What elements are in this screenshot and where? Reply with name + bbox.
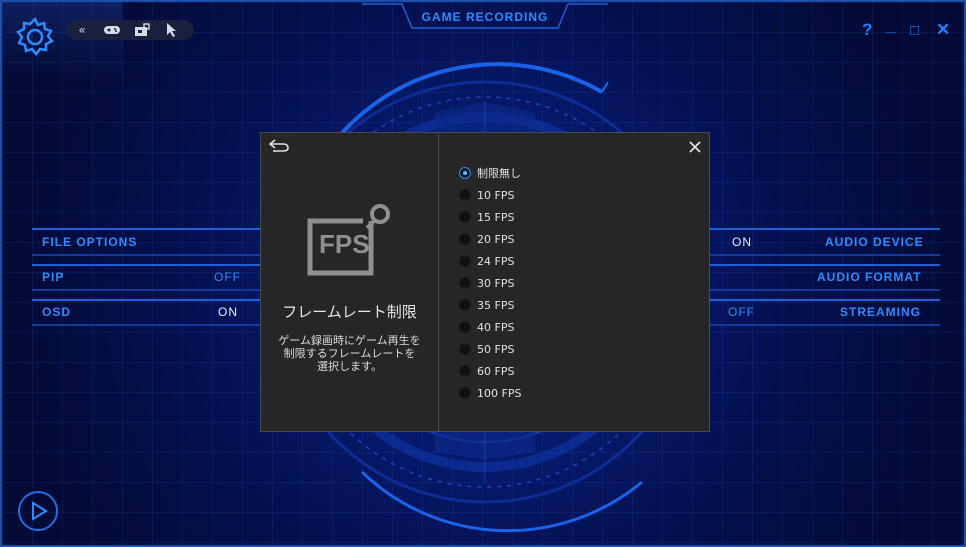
camera-lock-icon[interactable] — [132, 22, 152, 38]
radio[interactable] — [459, 233, 471, 245]
streaming-value[interactable]: OFF — [728, 305, 755, 319]
gamepad-icon[interactable] — [102, 22, 122, 38]
fps-limit-dialog: FPS フレームレート制限 ゲーム録画時にゲーム再生を 制限するフレームレートを… — [260, 132, 710, 432]
option-label: 30 FPS — [477, 276, 515, 290]
osd-value[interactable]: ON — [218, 305, 238, 319]
radio-selected[interactable] — [459, 167, 471, 179]
gear-icon[interactable] — [14, 16, 56, 58]
close-icon[interactable] — [687, 139, 703, 155]
radio[interactable] — [459, 277, 471, 289]
fps-option-20[interactable]: 20 FPS — [459, 230, 514, 248]
option-label: 50 FPS — [477, 342, 515, 356]
dialog-divider — [438, 133, 439, 431]
radio[interactable] — [459, 299, 471, 311]
option-label: 制限無し — [477, 167, 521, 180]
dialog-description: ゲーム録画時にゲーム再生を 制限するフレームレートを 選択します。 — [271, 334, 428, 373]
description-line: 制限するフレームレートを — [283, 347, 416, 360]
option-label: 24 FPS — [477, 254, 515, 268]
divider — [32, 289, 262, 291]
fps-option-unlimited[interactable]: 制限無し — [459, 164, 521, 182]
option-label: 20 FPS — [477, 232, 515, 246]
fps-option-30[interactable]: 30 FPS — [459, 274, 514, 292]
description-line: 選択します。 — [317, 360, 382, 373]
fps-option-10[interactable]: 10 FPS — [459, 186, 514, 204]
fps-icon-text: FPS — [319, 229, 370, 259]
divider — [710, 324, 940, 326]
fps-option-40[interactable]: 40 FPS — [459, 318, 514, 336]
radio[interactable] — [459, 387, 471, 399]
divider — [32, 299, 262, 301]
option-label: 40 FPS — [477, 320, 515, 334]
radio[interactable] — [459, 321, 471, 333]
fps-option-15[interactable]: 15 FPS — [459, 208, 514, 226]
fps-option-50[interactable]: 50 FPS — [459, 340, 514, 358]
option-label: 100 FPS — [477, 386, 522, 400]
audio-device-button[interactable]: AUDIO DEVICE — [825, 235, 924, 249]
app-window: GAME RECORDING « ? _ □ ✕ FILE OPTIONS PI… — [0, 0, 966, 547]
fps-option-35[interactable]: 35 FPS — [459, 296, 514, 314]
cursor-icon[interactable] — [162, 22, 182, 38]
close-app-button[interactable]: ✕ — [936, 20, 950, 40]
back-arrow-icon[interactable] — [267, 137, 291, 155]
divider — [710, 289, 940, 291]
file-options-button[interactable]: FILE OPTIONS — [42, 235, 137, 249]
option-label: 10 FPS — [477, 188, 515, 202]
divider — [710, 264, 940, 266]
radio[interactable] — [459, 255, 471, 267]
divider — [710, 228, 940, 230]
toolbar: « — [66, 20, 194, 40]
minimize-button[interactable]: _ — [886, 16, 895, 36]
fps-icon: FPS — [307, 203, 393, 279]
option-label: 35 FPS — [477, 298, 515, 312]
play-icon — [32, 501, 48, 521]
page-title: GAME RECORDING — [421, 10, 549, 24]
pip-value[interactable]: OFF — [214, 270, 241, 284]
fps-option-100[interactable]: 100 FPS — [459, 384, 521, 402]
double-chevron-left-icon[interactable]: « — [72, 22, 92, 38]
divider — [32, 228, 262, 230]
play-button[interactable] — [18, 491, 58, 531]
divider — [32, 264, 262, 266]
audio-format-button[interactable]: AUDIO FORMAT — [817, 270, 921, 284]
maximize-button[interactable]: □ — [910, 22, 919, 39]
fps-option-24[interactable]: 24 FPS — [459, 252, 514, 270]
fps-option-60[interactable]: 60 FPS — [459, 362, 514, 380]
radio[interactable] — [459, 189, 471, 201]
divider — [32, 254, 262, 256]
description-line: ゲーム録画時にゲーム再生を — [278, 334, 421, 347]
option-label: 15 FPS — [477, 210, 515, 224]
radio[interactable] — [459, 343, 471, 355]
pip-button[interactable]: PIP — [42, 270, 64, 284]
streaming-button[interactable]: STREAMING — [840, 305, 921, 319]
option-label: 60 FPS — [477, 364, 515, 378]
audio-device-value[interactable]: ON — [732, 235, 752, 249]
radio[interactable] — [459, 365, 471, 377]
radio[interactable] — [459, 211, 471, 223]
help-button[interactable]: ? — [862, 20, 872, 40]
divider — [710, 299, 940, 301]
divider — [710, 254, 940, 256]
dialog-title: フレームレート制限 — [282, 303, 417, 321]
divider — [32, 324, 262, 326]
osd-button[interactable]: OSD — [42, 305, 71, 319]
